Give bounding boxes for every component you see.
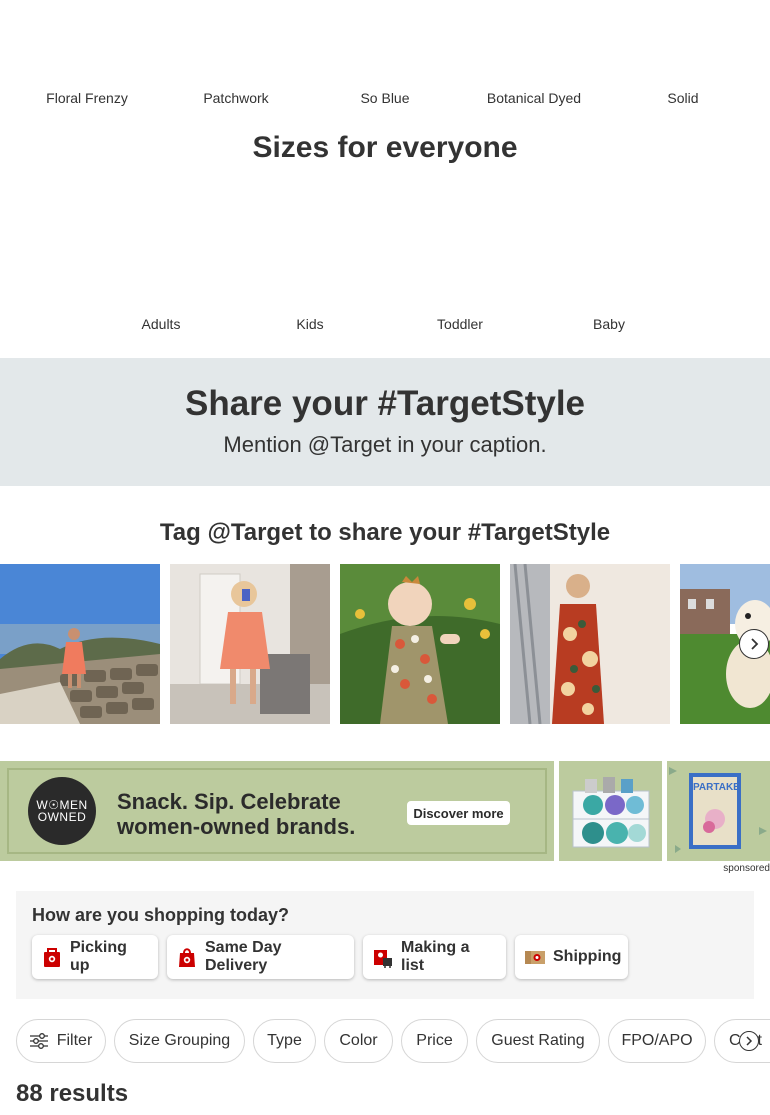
- filter-color[interactable]: Color: [324, 1019, 393, 1063]
- ad-product-tile-1[interactable]: [559, 761, 662, 861]
- sponsored-ad-banner[interactable]: W☉MEN OWNED Snack. Sip. Celebrate women-…: [0, 761, 554, 861]
- chevron-right-icon: [751, 638, 759, 650]
- pickup-bag-icon: [42, 946, 62, 968]
- chevron-right-icon: [746, 1036, 753, 1046]
- share-heading: Share your #TargetStyle: [184, 384, 586, 423]
- sponsored-label: sponsored: [723, 863, 770, 874]
- filter-price[interactable]: Price: [401, 1019, 468, 1063]
- shopping-heading: How are you shopping today?: [32, 905, 290, 925]
- list-cart-icon: [373, 946, 393, 968]
- results-count: 88 results: [16, 1080, 129, 1107]
- pattern-patchwork[interactable]: Patchwork: [166, 90, 306, 106]
- picking-up-button[interactable]: Picking up: [32, 935, 158, 979]
- filter-button[interactable]: Filter: [16, 1019, 106, 1063]
- gallery-photo-1[interactable]: [0, 564, 160, 724]
- partake-brand: PARTAKE: [693, 782, 740, 793]
- gallery-photo-4[interactable]: [510, 564, 670, 724]
- making-a-list-button[interactable]: Making a list: [363, 935, 506, 979]
- size-toddler[interactable]: Toddler: [390, 316, 530, 332]
- sliders-icon: [29, 1033, 48, 1049]
- size-baby[interactable]: Baby: [539, 316, 679, 332]
- gallery-heading: Tag @Target to share your #TargetStyle: [159, 519, 611, 546]
- shipping-box-icon: [525, 946, 545, 968]
- filter-guest-rating[interactable]: Guest Rating: [476, 1019, 600, 1063]
- share-subtitle: Mention @Target in your caption.: [223, 432, 547, 457]
- size-kids[interactable]: Kids: [240, 316, 380, 332]
- same-day-delivery-button[interactable]: Same Day Delivery: [167, 935, 354, 979]
- filter-type[interactable]: Type: [253, 1019, 316, 1063]
- gallery-photo-2[interactable]: [170, 564, 330, 724]
- ad-product-tile-2[interactable]: PARTAKE: [667, 761, 770, 861]
- sizes-heading: Sizes for everyone: [252, 131, 518, 164]
- gallery-next-button[interactable]: [739, 629, 769, 659]
- gallery-photo-3[interactable]: [340, 564, 500, 724]
- discover-more-button[interactable]: Discover more: [407, 801, 510, 825]
- pattern-botanical-dyed[interactable]: Botanical Dyed: [464, 90, 604, 106]
- shipping-button[interactable]: Shipping: [515, 935, 628, 979]
- pattern-floral-frenzy[interactable]: Floral Frenzy: [17, 90, 157, 106]
- filters-scroll-right-button[interactable]: [739, 1031, 759, 1051]
- pattern-solid[interactable]: Solid: [613, 90, 753, 106]
- filter-fpo-apo[interactable]: FPO/APO: [608, 1019, 706, 1063]
- pattern-so-blue[interactable]: So Blue: [315, 90, 455, 106]
- filter-size-grouping[interactable]: Size Grouping: [114, 1019, 245, 1063]
- size-adults[interactable]: Adults: [91, 316, 231, 332]
- delivery-bag-icon: [177, 946, 197, 968]
- ad-headline: Snack. Sip. Celebrate women-owned brands…: [117, 789, 356, 839]
- women-owned-logo: W☉MEN OWNED: [28, 777, 96, 845]
